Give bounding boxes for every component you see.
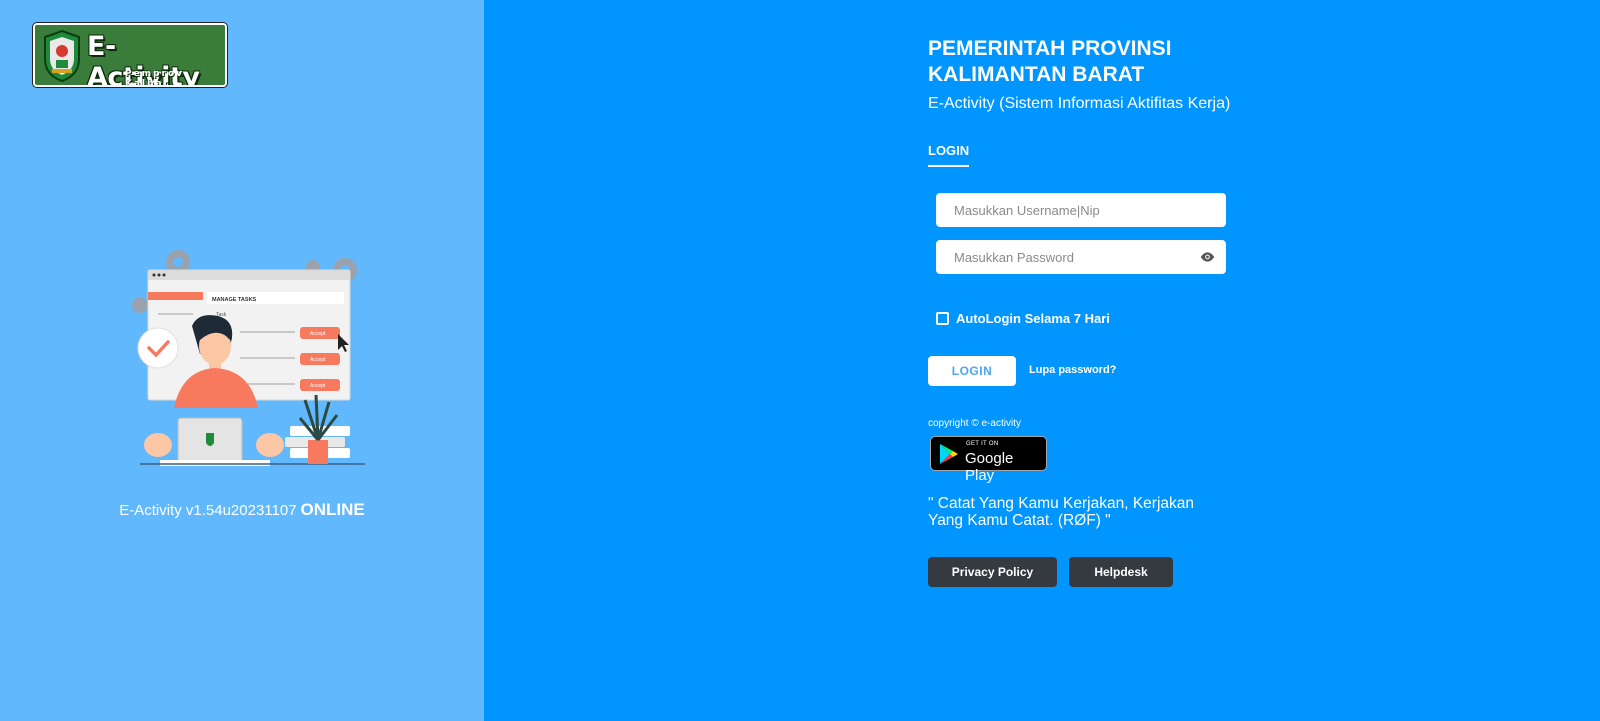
copyright-text: copyright © e-activity <box>928 418 1021 429</box>
status-badge: ONLINE <box>300 500 365 519</box>
privacy-policy-button[interactable]: Privacy Policy <box>928 557 1057 587</box>
version-text: E-Activity v1.54u20231107 <box>119 502 297 519</box>
logo-subtitle: Pemprov Kalbar <box>125 69 185 87</box>
page-title: PEMERINTAH PROVINSI KALIMANTAN BARAT <box>928 37 1172 86</box>
username-input[interactable] <box>936 193 1226 227</box>
autologin-option[interactable]: AutoLogin Selama 7 Hari <box>936 311 1110 326</box>
plant-pot-icon <box>308 440 328 464</box>
illustration-header: MANAGE TASKS <box>212 297 257 303</box>
password-field-wrapper <box>936 240 1226 274</box>
google-play-badge[interactable]: GET IT ON Google Play <box>930 436 1047 484</box>
page-subtitle: E-Activity (Sistem Informasi Aktifitas K… <box>928 95 1231 112</box>
left-panel: E-Activity Pemprov Kalbar MANAGE TASKS T… <box>0 0 484 721</box>
password-input[interactable] <box>936 240 1226 274</box>
google-play-store-text: Google Play <box>965 450 1014 484</box>
laptop-logo-icon <box>206 433 214 446</box>
illustration-accept-2: Accept <box>310 357 326 363</box>
forgot-password-link[interactable]: Lupa password? <box>1029 364 1116 376</box>
emblem-icon <box>44 29 80 83</box>
version-line: E-Activity v1.54u20231107 ONLINE <box>0 500 484 520</box>
autologin-checkbox[interactable] <box>936 312 949 325</box>
username-field-wrapper <box>936 193 1226 227</box>
autologin-label: AutoLogin Selama 7 Hari <box>956 311 1110 326</box>
helpdesk-button[interactable]: Helpdesk <box>1069 557 1173 587</box>
task-illustration: MANAGE TASKS Task Accept Accept Accept <box>132 250 365 466</box>
eye-icon[interactable] <box>1199 249 1216 265</box>
motto-quote: " Catat Yang Kamu Kerjakan, Kerjakan Yan… <box>928 495 1194 529</box>
app-logo[interactable]: E-Activity Pemprov Kalbar <box>33 23 227 87</box>
login-button[interactable]: LOGIN <box>928 356 1016 386</box>
google-play-icon <box>940 444 958 464</box>
illustration-accept-3: Accept <box>310 383 326 389</box>
illustration-accept-1: Accept <box>310 331 326 337</box>
google-play-top-text: GET IT ON <box>966 441 999 447</box>
tab-login[interactable]: LOGIN <box>928 143 970 167</box>
